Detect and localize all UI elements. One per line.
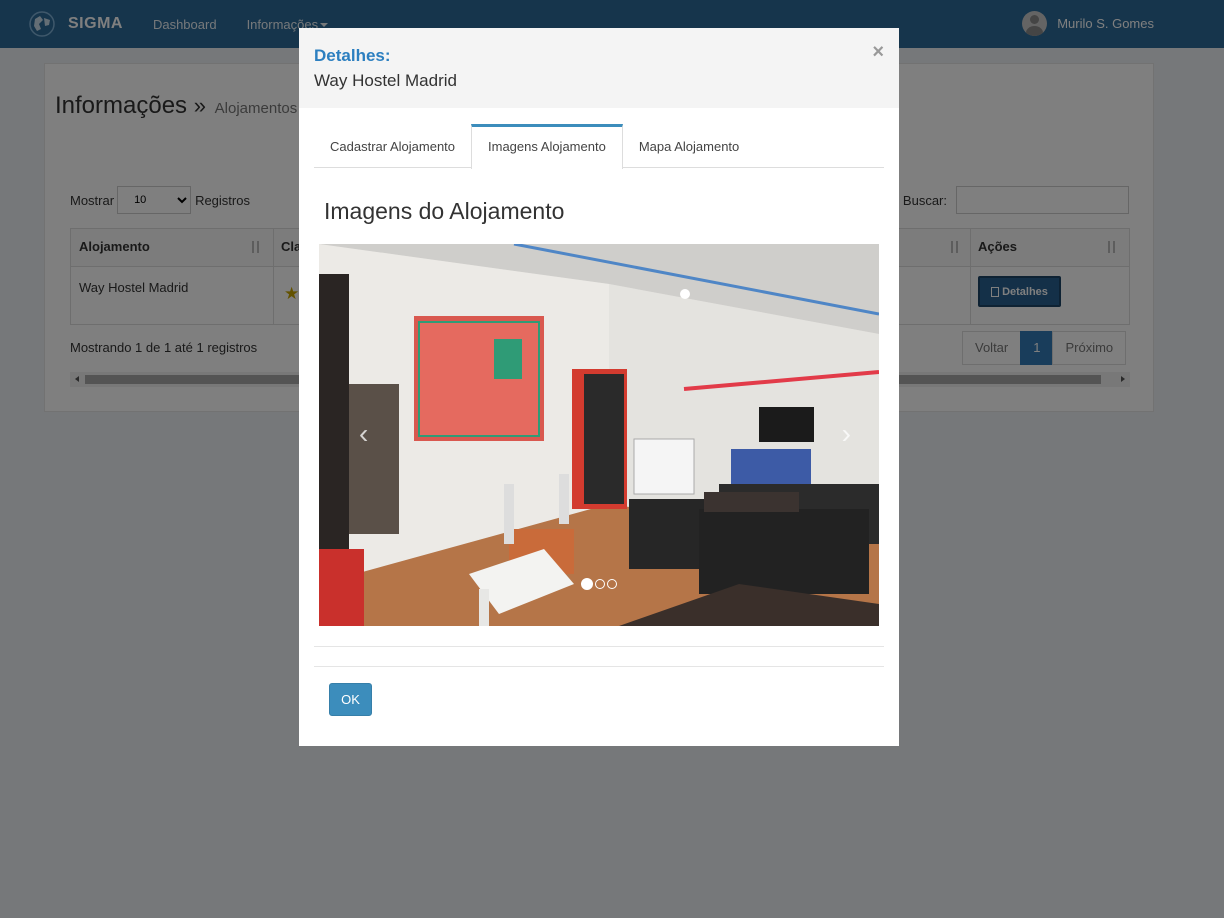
carousel-prev-icon[interactable]: ‹: [359, 420, 368, 448]
modal-header: Detalhes: Way Hostel Madrid ×: [299, 28, 899, 108]
modal-kicker: Detalhes:: [314, 46, 391, 65]
ok-button[interactable]: OK: [329, 683, 372, 716]
modal-title: Way Hostel Madrid: [314, 71, 457, 90]
tab-imagens-alojamento[interactable]: Imagens Alojamento: [471, 124, 623, 169]
modal-tabs: Cadastrar Alojamento Imagens Alojamento …: [314, 124, 884, 169]
hostel-lounge-image: [319, 244, 879, 626]
close-icon[interactable]: ×: [872, 41, 884, 64]
details-modal: Detalhes: Way Hostel Madrid × Cadastrar …: [299, 28, 899, 746]
divider: [314, 646, 884, 647]
section-title: Imagens do Alojamento: [324, 198, 565, 224]
carousel-next-icon[interactable]: ›: [842, 420, 851, 448]
image-carousel[interactable]: ‹ ›: [319, 244, 879, 626]
carousel-indicator[interactable]: [581, 578, 593, 590]
carousel-indicator[interactable]: [607, 579, 617, 589]
tab-cadastrar-alojamento[interactable]: Cadastrar Alojamento: [314, 124, 471, 168]
carousel-indicators: [581, 578, 619, 590]
divider: [314, 666, 884, 667]
carousel-indicator[interactable]: [595, 579, 605, 589]
tab-mapa-alojamento[interactable]: Mapa Alojamento: [623, 124, 755, 168]
